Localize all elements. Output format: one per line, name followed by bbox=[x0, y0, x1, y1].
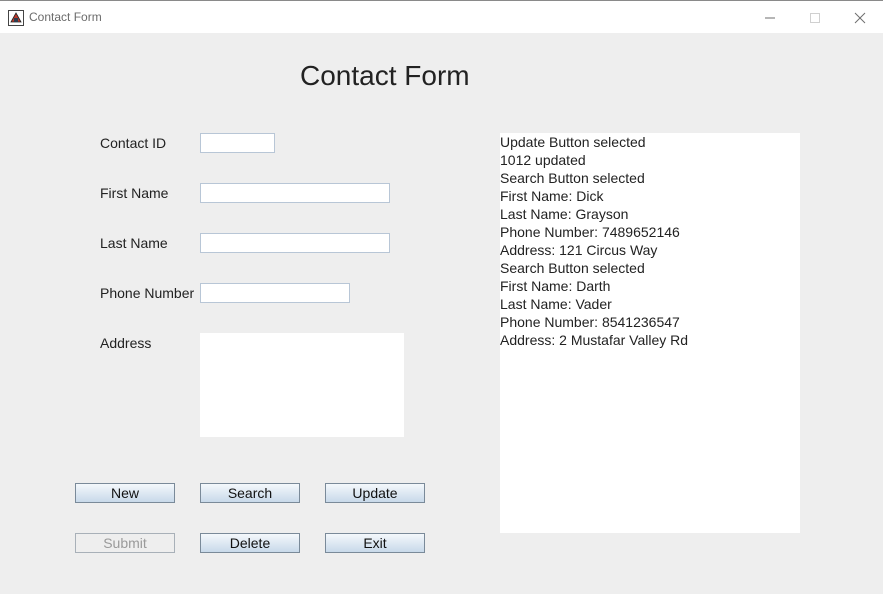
title-bar: Contact Form bbox=[0, 0, 883, 33]
output-log[interactable]: Update Button selected 1012 updated Sear… bbox=[500, 133, 800, 533]
close-icon bbox=[854, 12, 866, 23]
maximize-button[interactable] bbox=[792, 1, 838, 34]
log-line: Update Button selected bbox=[500, 134, 646, 150]
contact-id-input[interactable] bbox=[200, 133, 275, 153]
search-button[interactable]: Search bbox=[200, 483, 300, 503]
phone-number-input[interactable] bbox=[200, 283, 350, 303]
log-line: First Name: Darth bbox=[500, 278, 611, 294]
minimize-button[interactable] bbox=[747, 1, 793, 34]
minimize-icon bbox=[765, 17, 775, 18]
first-name-input[interactable] bbox=[200, 183, 390, 203]
new-button[interactable]: New bbox=[75, 483, 175, 503]
log-line: Phone Number: 8541236547 bbox=[500, 314, 680, 330]
last-name-input[interactable] bbox=[200, 233, 390, 253]
log-line: Phone Number: 7489652146 bbox=[500, 224, 680, 240]
log-line: Address: 2 Mustafar Valley Rd bbox=[500, 332, 689, 348]
submit-button[interactable]: Submit bbox=[75, 533, 175, 553]
close-button[interactable] bbox=[837, 1, 883, 34]
address-textarea[interactable] bbox=[200, 333, 404, 437]
log-line: First Name: Dick bbox=[500, 188, 604, 204]
delete-button[interactable]: Delete bbox=[200, 533, 300, 553]
log-line: Search Button selected bbox=[500, 260, 645, 276]
log-line: Last Name: Grayson bbox=[500, 206, 629, 222]
maximize-icon bbox=[810, 12, 820, 23]
address-label: Address bbox=[100, 335, 152, 351]
first-name-label: First Name bbox=[100, 185, 169, 201]
log-line: Search Button selected bbox=[500, 170, 645, 186]
window-title: Contact Form bbox=[29, 10, 102, 24]
last-name-label: Last Name bbox=[100, 235, 168, 251]
log-line: Address: 121 Circus Way bbox=[500, 242, 658, 258]
contact-id-label: Contact ID bbox=[100, 135, 167, 151]
update-button[interactable]: Update bbox=[325, 483, 425, 503]
log-line: Last Name: Vader bbox=[500, 296, 612, 312]
phone-number-label: Phone Number bbox=[100, 285, 195, 301]
form-heading: Contact Form bbox=[300, 60, 470, 91]
log-line: 1012 updated bbox=[500, 152, 586, 168]
exit-button[interactable]: Exit bbox=[325, 533, 425, 553]
java-app-icon bbox=[8, 10, 24, 26]
